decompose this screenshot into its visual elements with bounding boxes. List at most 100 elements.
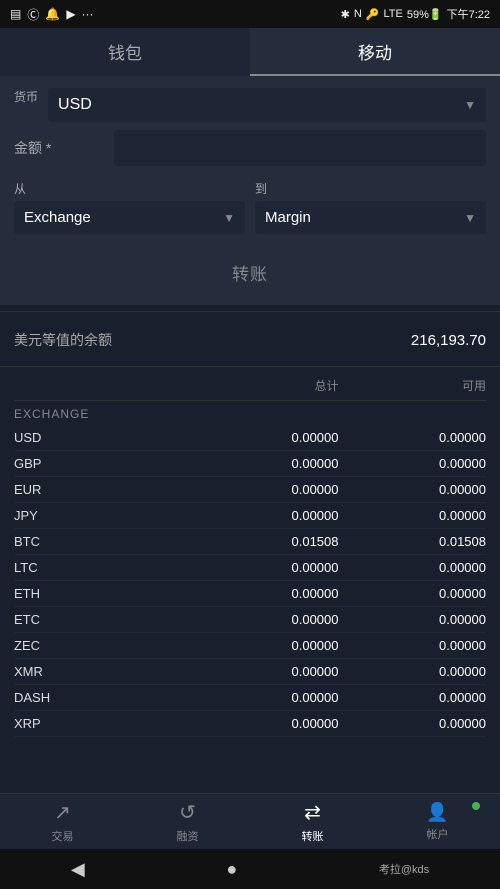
play-icon: ▶ xyxy=(66,7,75,21)
col-header-name xyxy=(14,377,191,394)
time: 下午7:22 xyxy=(447,6,490,22)
row-total: 0.00000 xyxy=(191,560,339,575)
from-col: 从 Exchange ▼ xyxy=(14,180,245,234)
table-area: 总计 可用 EXCHANGE USD 0.00000 0.00000 GBP 0… xyxy=(0,373,500,737)
row-total: 0.00000 xyxy=(191,508,339,523)
row-name: GBP xyxy=(14,456,191,471)
main-tabs: 钱包 移动 xyxy=(0,28,500,76)
row-avail: 0.00000 xyxy=(339,586,487,601)
row-total: 0.00000 xyxy=(191,482,339,497)
row-avail: 0.01508 xyxy=(339,534,487,549)
row-avail: 0.00000 xyxy=(339,560,487,575)
row-name: XRP xyxy=(14,716,191,731)
nav-funding-label: 融资 xyxy=(177,828,199,844)
row-avail: 0.00000 xyxy=(339,430,487,445)
from-dropdown[interactable]: Exchange ▼ xyxy=(14,201,245,234)
currency-value: USD xyxy=(58,96,92,114)
row-avail: 0.00000 xyxy=(339,508,487,523)
nav-transfer[interactable]: ⇄ 转账 xyxy=(250,794,375,849)
nfc-icon: N xyxy=(354,8,362,20)
row-total: 0.00000 xyxy=(191,690,339,705)
row-name: DASH xyxy=(14,690,191,705)
table-header: 总计 可用 xyxy=(14,373,486,401)
balance-row: 美元等值的余额 216,193.70 xyxy=(0,318,500,360)
row-total: 0.00000 xyxy=(191,612,339,627)
lte-icon: LTE xyxy=(384,8,403,20)
key-icon: 🔑 xyxy=(366,8,380,21)
funding-icon: ↺ xyxy=(179,800,196,825)
nav-transfer-label: 转账 xyxy=(302,828,324,844)
row-total: 0.01508 xyxy=(191,534,339,549)
android-bar: ◀ ● 考拉@kds xyxy=(0,849,500,889)
nav-trade-label: 交易 xyxy=(52,828,74,844)
tab-move[interactable]: 移动 xyxy=(250,28,500,76)
nav-trade[interactable]: ↗ 交易 xyxy=(0,794,125,849)
nav-account[interactable]: 👤 帐户 xyxy=(375,794,500,849)
dots: ··· xyxy=(82,7,94,21)
battery-icon: 59%🔋 xyxy=(407,8,443,21)
row-total: 0.00000 xyxy=(191,664,339,679)
balance-value: 216,193.70 xyxy=(411,332,486,349)
row-name: ZEC xyxy=(14,638,191,653)
table-row: LTC 0.00000 0.00000 xyxy=(14,555,486,581)
nav-account-label: 帐户 xyxy=(427,826,449,842)
amount-input[interactable] xyxy=(114,130,486,166)
to-dropdown[interactable]: Margin ▼ xyxy=(255,201,486,234)
trade-icon: ↗ xyxy=(54,800,71,825)
row-name: USD xyxy=(14,430,191,445)
row-avail: 0.00000 xyxy=(339,456,487,471)
form-area: 货币 USD ▼ 金额 * 从 Exchange ▼ 到 Margin ▼ 转账 xyxy=(0,76,500,305)
row-total: 0.00000 xyxy=(191,586,339,601)
currency-select[interactable]: USD ▼ xyxy=(48,88,486,122)
brand-label: 考拉@kds xyxy=(379,861,429,877)
from-label: 从 xyxy=(14,180,245,197)
amount-row: 金额 * xyxy=(14,130,486,166)
nav-funding[interactable]: ↺ 融资 xyxy=(125,794,250,849)
row-name: JPY xyxy=(14,508,191,523)
account-online-dot xyxy=(472,802,480,810)
row-avail: 0.00000 xyxy=(339,664,487,679)
table-row: ETH 0.00000 0.00000 xyxy=(14,581,486,607)
bottom-nav: ↗ 交易 ↺ 融资 ⇄ 转账 👤 帐户 xyxy=(0,793,500,849)
table-row: ZEC 0.00000 0.00000 xyxy=(14,633,486,659)
row-name: EUR xyxy=(14,482,191,497)
exchange-section-label: EXCHANGE xyxy=(14,401,486,425)
tab-wallet[interactable]: 钱包 xyxy=(0,28,250,76)
table-row: BTC 0.01508 0.01508 xyxy=(14,529,486,555)
table-row: USD 0.00000 0.00000 xyxy=(14,425,486,451)
home-button[interactable]: ● xyxy=(226,859,237,880)
status-right: ✱ N 🔑 LTE 59%🔋 下午7:22 xyxy=(341,6,490,22)
transfer-button[interactable]: 转账 xyxy=(232,260,268,285)
account-icon: 👤 xyxy=(426,802,448,823)
to-value: Margin xyxy=(265,209,311,226)
to-col: 到 Margin ▼ xyxy=(255,180,486,234)
currency-row: 货币 USD ▼ xyxy=(14,88,486,122)
row-name: LTC xyxy=(14,560,191,575)
balance-label: 美元等值的余额 xyxy=(14,330,112,350)
row-avail: 0.00000 xyxy=(339,482,487,497)
back-button[interactable]: ◀ xyxy=(71,859,85,880)
row-name: ETC xyxy=(14,612,191,627)
bell-icon: 🔔 xyxy=(45,7,60,21)
row-name: BTC xyxy=(14,534,191,549)
to-label: 到 xyxy=(255,180,486,197)
menu-icon: ▤ xyxy=(10,7,21,21)
from-arrow-icon: ▼ xyxy=(223,211,235,225)
table-rows: USD 0.00000 0.00000 GBP 0.00000 0.00000 … xyxy=(14,425,486,737)
bluetooth-icon: ✱ xyxy=(341,8,350,21)
row-avail: 0.00000 xyxy=(339,638,487,653)
table-row: GBP 0.00000 0.00000 xyxy=(14,451,486,477)
row-total: 0.00000 xyxy=(191,456,339,471)
row-avail: 0.00000 xyxy=(339,690,487,705)
to-arrow-icon: ▼ xyxy=(464,211,476,225)
row-name: ETH xyxy=(14,586,191,601)
transfer-btn-wrap: 转账 xyxy=(14,250,486,289)
app-icon: Ⓒ xyxy=(27,6,39,23)
row-avail: 0.00000 xyxy=(339,716,487,731)
currency-label: 货币 xyxy=(14,88,38,122)
divider-2 xyxy=(0,366,500,367)
table-row: XRP 0.00000 0.00000 xyxy=(14,711,486,737)
from-to-row: 从 Exchange ▼ 到 Margin ▼ xyxy=(14,180,486,234)
table-row: XMR 0.00000 0.00000 xyxy=(14,659,486,685)
row-total: 0.00000 xyxy=(191,430,339,445)
